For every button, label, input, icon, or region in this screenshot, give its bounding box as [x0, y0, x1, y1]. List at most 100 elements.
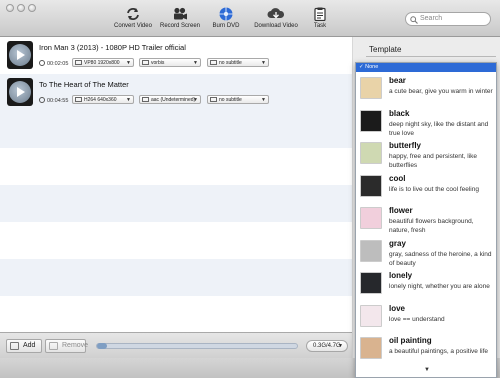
capacity-value: 0.3G/4.7G	[313, 343, 341, 349]
list-row-bg	[0, 296, 352, 333]
template-option-gray[interactable]: gray gray, sadness of the heroine, a kind…	[356, 237, 496, 270]
bottom-bar: Add Remove 0.3G/4.7G ▼	[0, 332, 352, 358]
minimize-window-button[interactable]	[17, 4, 25, 12]
zoom-window-button[interactable]	[28, 4, 36, 12]
video-title: Iron Man 3 (2013) - 1080P HD Trailer off…	[39, 43, 186, 52]
template-name: gray	[389, 238, 406, 248]
template-name: lonely	[389, 271, 413, 280]
template-description: beautiful flowers background, nature, fr…	[389, 218, 474, 234]
template-thumbnail	[360, 109, 382, 132]
template-option-label: None	[365, 64, 379, 70]
download-video-label: Download Video	[254, 23, 298, 29]
convert-icon	[127, 8, 139, 20]
video-thumbnail[interactable]	[7, 78, 33, 106]
template-option-butterfly[interactable]: butterfly happy, free and persistent, lik…	[356, 139, 496, 172]
check-icon: ✓	[359, 64, 364, 70]
video-format-select[interactable]: H264 640x360 ▼	[72, 95, 134, 104]
dvd-icon	[219, 7, 233, 21]
template-description: a beautiful paintings, a positive life	[389, 348, 489, 355]
template-option-black[interactable]: black deep night sky, like the distant an…	[356, 107, 496, 140]
template-description: a cute bear, give you warm in winter	[389, 88, 493, 95]
scroll-down-arrow-icon[interactable]: ▼	[424, 367, 430, 373]
template-option-oil-painting[interactable]: oil painting a beautiful paintings, a pos…	[356, 334, 496, 367]
template-option-love[interactable]: love love == understand	[356, 302, 496, 335]
template-thumbnail	[360, 337, 382, 359]
list-row-bg	[0, 111, 352, 148]
video-row[interactable]: Iron Man 3 (2013) - 1080P HD Trailer off…	[0, 37, 352, 74]
list-row-bg	[0, 185, 352, 222]
template-name: black	[389, 108, 410, 118]
task-label: Task	[313, 23, 327, 29]
audio-format-select[interactable]: vorbis ▼	[139, 58, 201, 67]
template-label: Template	[369, 45, 402, 54]
film-icon	[75, 97, 82, 102]
template-option-lonely[interactable]: lonely lonely night, whether you are alon…	[356, 269, 496, 302]
duration-value: 00:04:55	[47, 98, 69, 104]
video-duration: 00:02:05	[39, 60, 68, 67]
burn-dvd-label: Burn DVD	[212, 23, 240, 29]
template-option-flower[interactable]: flower beautiful flowers background, natu…	[356, 204, 496, 237]
template-name: butterfly	[389, 141, 421, 150]
template-name: oil painting	[389, 336, 432, 345]
template-name: bear	[389, 76, 406, 85]
remove-file-icon	[49, 342, 58, 350]
template-option-none[interactable]: ✓ None	[356, 63, 496, 72]
template-description: gray, sadness of the heroine, a kind of …	[389, 250, 492, 267]
template-description: lonely night, whether you are alone	[389, 283, 490, 290]
template-name: flower	[389, 206, 413, 215]
clipboard-icon	[314, 7, 326, 21]
record-screen-button[interactable]: Record Screen	[157, 7, 203, 35]
search-input[interactable]: Search	[405, 12, 491, 26]
capacity-progress-bar	[96, 343, 298, 349]
list-row-bg	[0, 222, 352, 259]
video-format-value: VP80 1920x800	[84, 60, 120, 66]
chevron-down-icon: ▼	[193, 60, 198, 66]
template-thumbnail	[360, 174, 382, 197]
chevron-down-icon: ▼	[126, 60, 131, 66]
video-title: To The Heart of The Matter	[39, 80, 129, 89]
video-list: Iron Man 3 (2013) - 1080P HD Trailer off…	[0, 37, 352, 333]
chevron-down-icon: ▼	[338, 343, 343, 349]
search-icon	[410, 16, 418, 24]
template-description: life is to live out the cool feeling	[389, 185, 479, 193]
template-description: love == understand	[389, 315, 445, 323]
video-thumbnail[interactable]	[7, 41, 33, 69]
convert-video-button[interactable]: Convert Video	[110, 7, 156, 35]
template-thumbnail	[360, 142, 382, 164]
close-window-button[interactable]	[6, 4, 14, 12]
clock-icon	[39, 60, 45, 66]
add-file-icon	[10, 342, 19, 350]
duration-value: 00:02:05	[47, 61, 69, 67]
download-video-button[interactable]: Download Video	[251, 7, 301, 35]
search-placeholder: Search	[420, 15, 443, 22]
chevron-down-icon: ▼	[261, 97, 266, 103]
add-button[interactable]: Add	[6, 339, 42, 353]
list-row-bg	[0, 259, 352, 296]
list-row-bg	[0, 148, 352, 185]
template-dropdown[interactable]: ✓ None bear a cute bear, give you warm in…	[355, 62, 497, 378]
record-screen-label: Record Screen	[159, 23, 201, 29]
audio-format-select[interactable]: aac (Undetermined) ▼	[139, 95, 201, 104]
play-icon	[17, 50, 25, 60]
video-format-value: H264 640x360	[84, 97, 117, 103]
burn-dvd-button[interactable]: Burn DVD	[207, 7, 245, 35]
template-option-cool[interactable]: cool life is to live out the cool feeling	[356, 172, 496, 205]
subtitle-icon	[210, 97, 217, 102]
speaker-icon	[142, 97, 149, 102]
video-row[interactable]: To The Heart of The Matter 00:04:55 H264…	[0, 74, 352, 111]
convert-video-label: Convert Video	[114, 23, 152, 29]
subtitle-select[interactable]: no subtitle ▼	[207, 95, 269, 104]
clock-icon	[39, 97, 45, 103]
camera-icon	[174, 7, 187, 20]
template-option-bear[interactable]: bear a cute bear, give you warm in winter	[356, 74, 496, 107]
chevron-down-icon: ▼	[193, 97, 198, 103]
task-button[interactable]: Task	[309, 7, 331, 35]
remove-button[interactable]: Remove	[45, 339, 88, 353]
template-description: deep night sky, like the distant and tru…	[389, 120, 489, 137]
disc-capacity-select[interactable]: 0.3G/4.7G ▼	[306, 340, 348, 352]
template-name: cool	[389, 173, 406, 183]
video-format-select[interactable]: VP80 1920x800 ▼	[72, 58, 134, 67]
speaker-icon	[142, 60, 149, 65]
template-thumbnail	[360, 304, 382, 327]
subtitle-select[interactable]: no subtitle ▼	[207, 58, 269, 67]
